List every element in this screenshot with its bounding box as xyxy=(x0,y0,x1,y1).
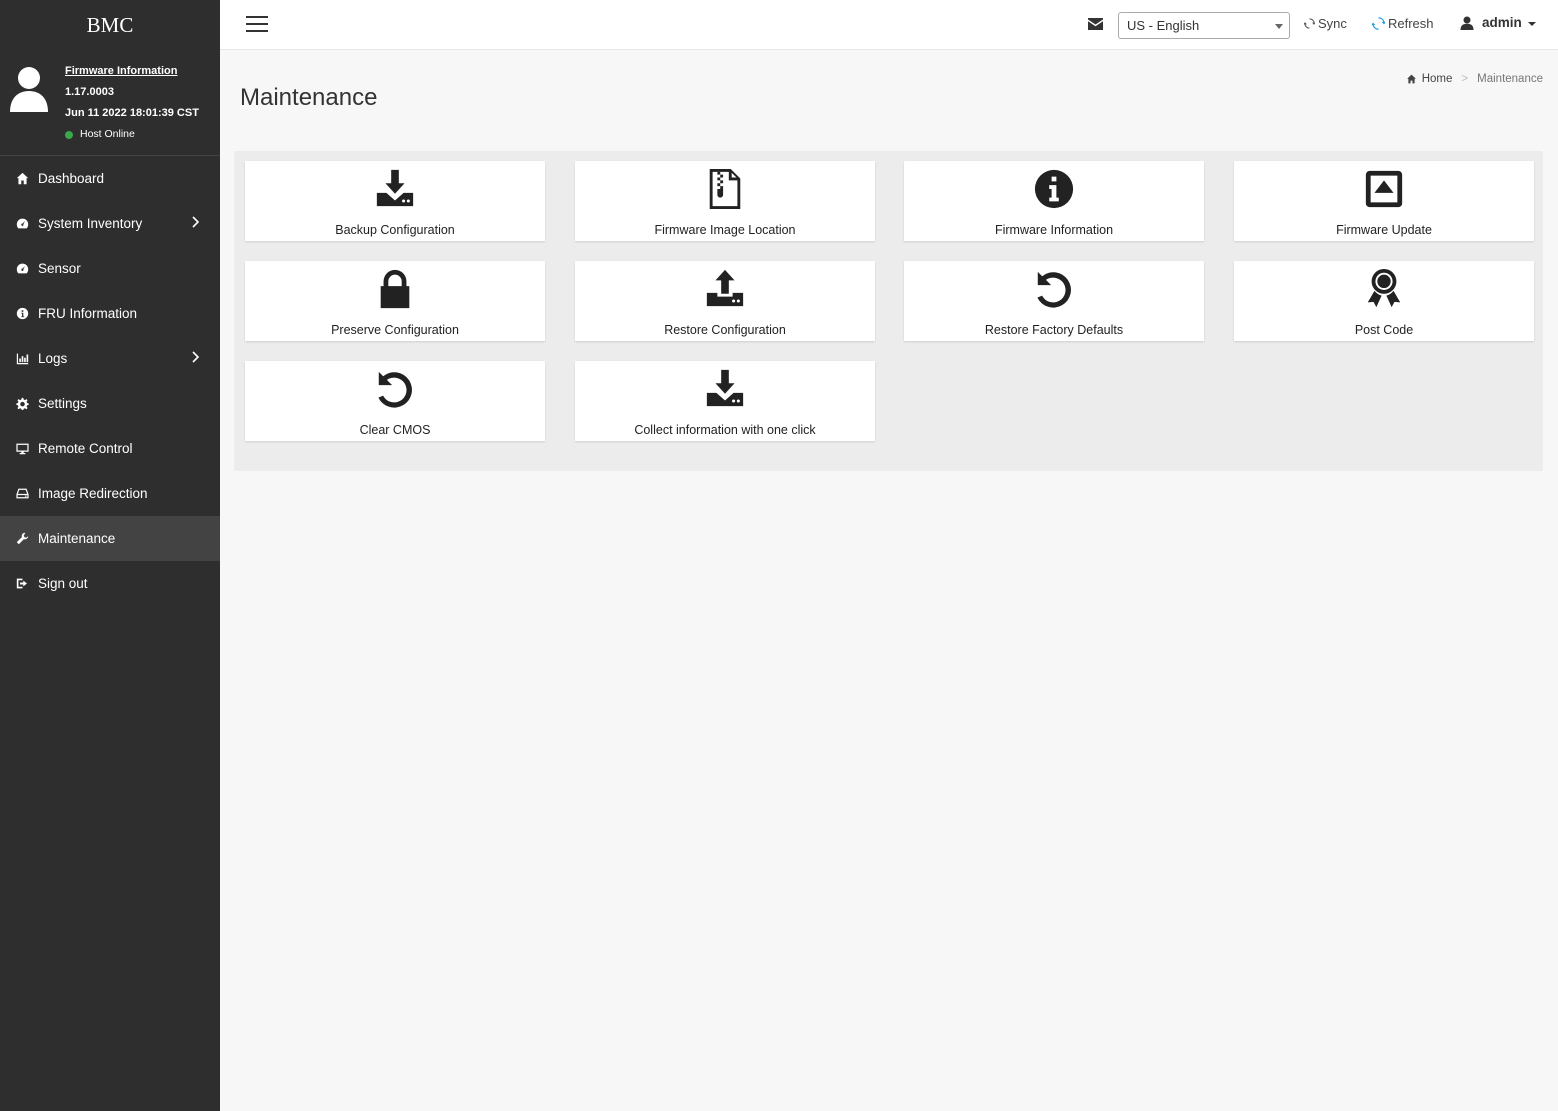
sync-label: Sync xyxy=(1318,16,1347,31)
sidebar-item-label: Maintenance xyxy=(38,531,116,546)
info-circle-icon xyxy=(904,167,1204,211)
hamburger-menu-icon[interactable] xyxy=(246,16,268,34)
sidebar-item-label: Logs xyxy=(38,351,68,366)
tile-label: Firmware Update xyxy=(1336,223,1432,237)
tile-label: Preserve Configuration xyxy=(331,323,459,337)
sidebar-item-remote-control[interactable]: Remote Control xyxy=(0,426,220,471)
breadcrumb-home-label: Home xyxy=(1421,73,1453,85)
sidebar-item-label: Sensor xyxy=(38,261,81,276)
upload-icon xyxy=(575,267,875,311)
sidebar-item-fru-information[interactable]: FRU Information xyxy=(0,291,220,336)
drive-icon xyxy=(14,487,30,501)
tile-label: Restore Factory Defaults xyxy=(984,323,1124,337)
sidebar-item-label: Dashboard xyxy=(38,171,105,186)
sidebar: BMC Firmware Information 1.17.0003 Jun 1… xyxy=(0,0,220,1111)
tile-clear-cmos[interactable]: Clear CMOS xyxy=(245,361,545,441)
sidebar-item-system-inventory[interactable]: System Inventory xyxy=(0,201,220,246)
top-navbar: US - English Sync Refresh admin xyxy=(220,0,1558,50)
user-panel: Firmware Information 1.17.0003 Jun 11 20… xyxy=(0,50,220,156)
sidebar-item-label: FRU Information xyxy=(38,306,138,321)
download-icon xyxy=(245,167,545,211)
user-icon xyxy=(1460,16,1474,30)
bar-chart-icon xyxy=(14,352,30,366)
tile-restore-factory-defaults[interactable]: Restore Factory Defaults xyxy=(904,261,1204,341)
username: admin xyxy=(1482,15,1522,30)
language-select-value: US - English xyxy=(1127,18,1200,33)
home-icon xyxy=(14,172,30,186)
sidebar-item-label: Image Redirection xyxy=(38,486,148,501)
host-status-label: Host Online xyxy=(80,128,135,140)
download-icon xyxy=(575,367,875,411)
sidebar-menu: Dashboard System Inventory Sensor FRU In… xyxy=(0,156,220,606)
brand-logo: BMC xyxy=(86,13,134,37)
sidebar-item-sign-out[interactable]: Sign out xyxy=(0,561,220,606)
sync-icon xyxy=(1304,18,1315,29)
refresh-icon xyxy=(1372,17,1385,30)
wrench-icon xyxy=(14,532,30,546)
lock-icon xyxy=(245,267,545,311)
tile-post-code[interactable]: Post Code xyxy=(1234,261,1534,341)
tile-firmware-image-location[interactable]: Firmware Image Location xyxy=(575,161,875,241)
sidebar-item-label: Settings xyxy=(38,396,87,411)
sidebar-item-sensor[interactable]: Sensor xyxy=(0,246,220,291)
eject-square-icon xyxy=(1234,167,1534,211)
tile-label: Backup Configuration xyxy=(335,223,455,237)
maintenance-panel: Backup Configuration Firmware Image Loca… xyxy=(234,151,1543,471)
tile-collect-information[interactable]: Collect information with one click xyxy=(575,361,875,441)
tile-firmware-information[interactable]: Firmware Information xyxy=(904,161,1204,241)
page-title: Maintenance xyxy=(240,84,378,111)
refresh-button[interactable]: Refresh xyxy=(1372,16,1434,31)
firmware-information-link[interactable]: Firmware Information xyxy=(65,61,199,82)
sync-button[interactable]: Sync xyxy=(1304,16,1347,31)
breadcrumb-separator: > xyxy=(1461,73,1469,85)
firmware-build-date: Jun 11 2022 18:01:39 CST xyxy=(65,107,199,119)
undo-icon xyxy=(245,367,545,411)
sign-out-icon xyxy=(14,577,30,591)
home-icon xyxy=(1406,74,1416,84)
breadcrumb-home-link[interactable]: Home xyxy=(1406,73,1453,85)
sidebar-item-maintenance[interactable]: Maintenance xyxy=(0,516,220,561)
tile-label: Firmware Information xyxy=(994,223,1114,237)
chevron-right-icon xyxy=(192,216,200,228)
dropdown-caret-icon xyxy=(1275,24,1283,29)
refresh-label: Refresh xyxy=(1388,16,1434,31)
info-icon xyxy=(14,307,30,321)
file-zip-icon xyxy=(575,167,875,211)
undo-icon xyxy=(904,267,1204,311)
sidebar-item-dashboard[interactable]: Dashboard xyxy=(0,156,220,201)
tile-label: Collect information with one click xyxy=(634,423,816,437)
tile-firmware-update[interactable]: Firmware Update xyxy=(1234,161,1534,241)
status-dot-icon xyxy=(65,130,73,139)
sidebar-item-image-redirection[interactable]: Image Redirection xyxy=(0,471,220,516)
tile-backup-configuration[interactable]: Backup Configuration xyxy=(245,161,545,241)
tile-label: Post Code xyxy=(1354,323,1414,337)
language-select[interactable]: US - English xyxy=(1118,12,1290,39)
tile-label: Restore Configuration xyxy=(664,323,786,337)
breadcrumb-current: Maintenance xyxy=(1477,73,1543,85)
sidebar-item-label: System Inventory xyxy=(38,216,143,231)
dashboard-gauge-icon xyxy=(14,217,30,231)
sidebar-item-settings[interactable]: Settings xyxy=(0,381,220,426)
sidebar-item-logs[interactable]: Logs xyxy=(0,336,220,381)
gear-icon xyxy=(14,397,30,411)
caret-down-icon xyxy=(1527,21,1536,26)
tile-restore-configuration[interactable]: Restore Configuration xyxy=(575,261,875,341)
mail-icon[interactable] xyxy=(1088,18,1103,30)
user-menu-button[interactable]: admin xyxy=(1460,15,1536,30)
tile-label: Clear CMOS xyxy=(359,423,431,437)
user-avatar-icon xyxy=(10,67,48,112)
sidebar-item-label: Remote Control xyxy=(38,441,133,456)
firmware-version: 1.17.0003 xyxy=(65,86,114,98)
tile-preserve-configuration[interactable]: Preserve Configuration xyxy=(245,261,545,341)
award-ribbon-icon xyxy=(1234,267,1534,311)
tile-label: Firmware Image Location xyxy=(654,223,796,237)
host-status: Host Online xyxy=(65,124,199,145)
dashboard-gauge-icon xyxy=(14,262,30,276)
sidebar-item-label: Sign out xyxy=(38,576,88,591)
chevron-right-icon xyxy=(192,351,200,363)
breadcrumb: Home > Maintenance xyxy=(1406,73,1543,85)
monitor-icon xyxy=(14,442,30,456)
